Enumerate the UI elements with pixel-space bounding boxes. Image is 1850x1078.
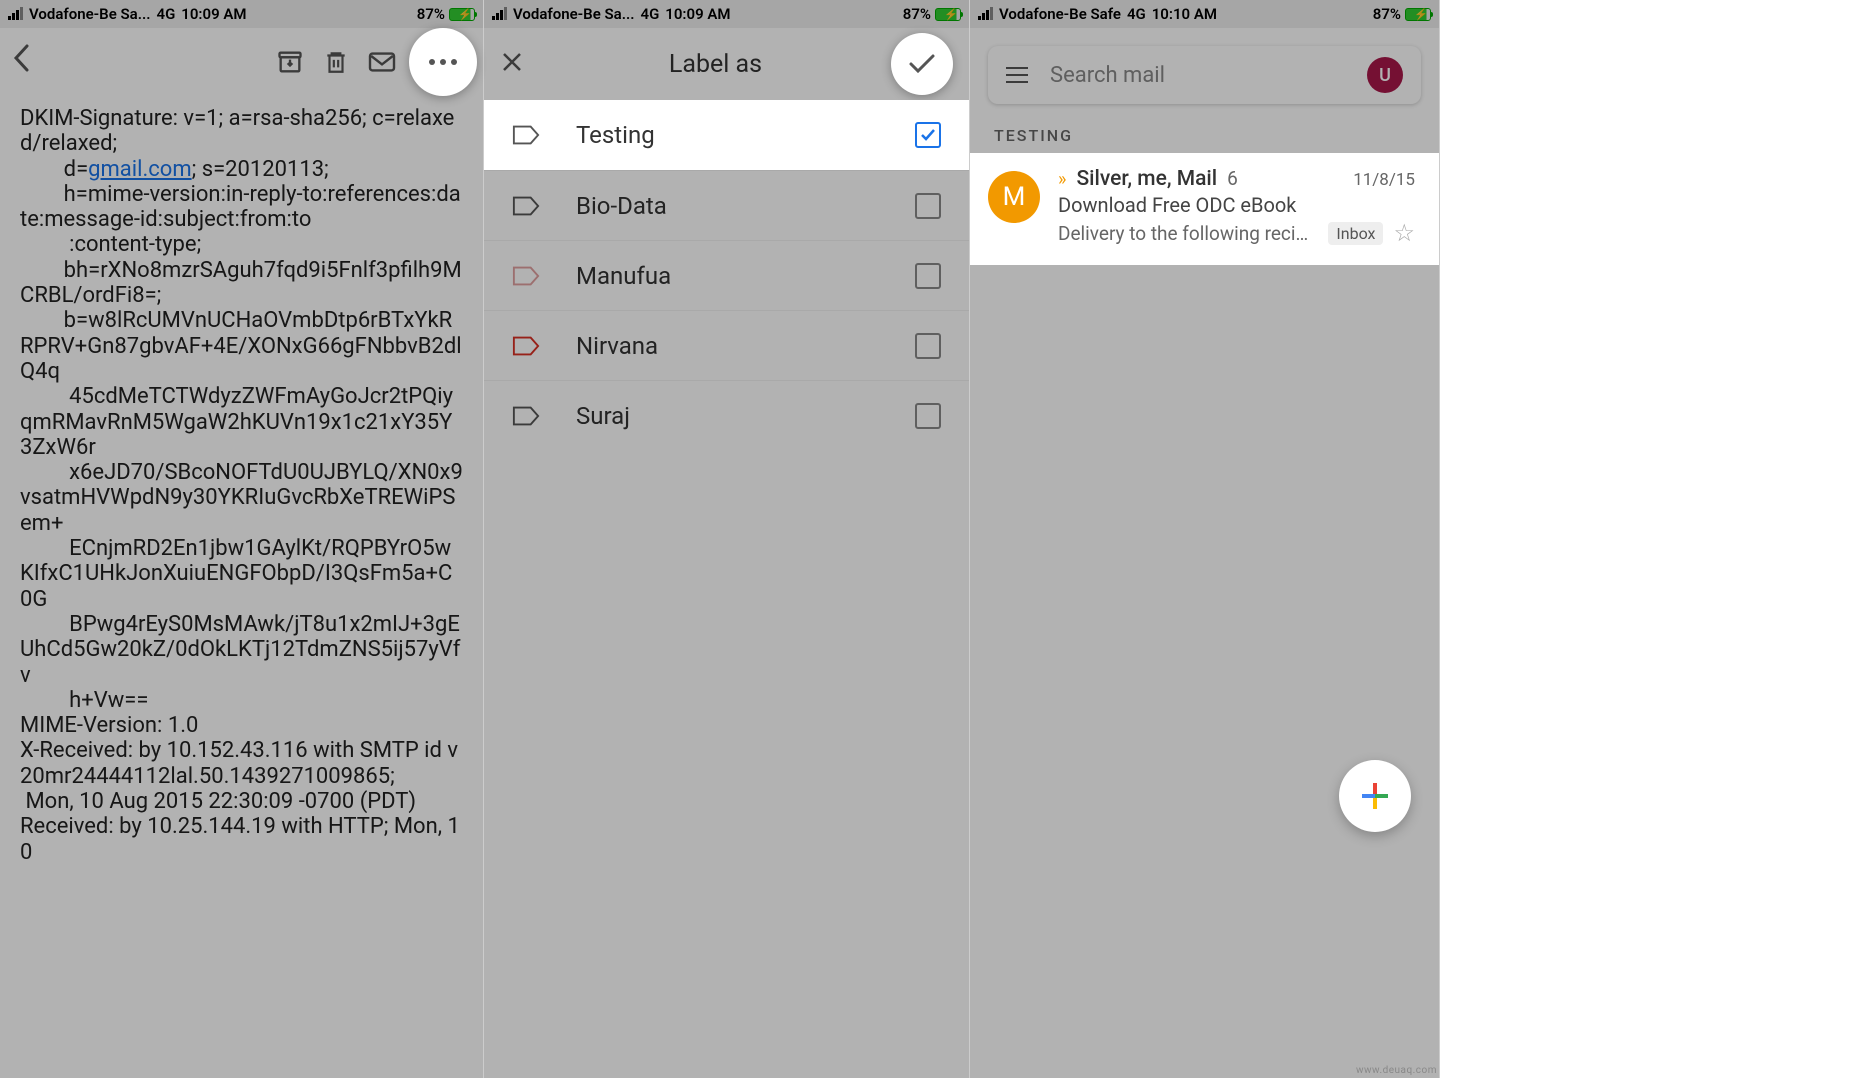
label-header: Label as — [484, 28, 969, 100]
label-checkbox[interactable] — [915, 122, 941, 148]
label-row[interactable]: Nirvana — [484, 310, 969, 380]
archive-button[interactable] — [271, 43, 309, 81]
carrier-name: Vodafone-Be Sa... — [513, 5, 635, 23]
account-avatar[interactable]: U — [1367, 57, 1403, 93]
label-tag-icon — [512, 195, 540, 217]
label-name: Suraj — [576, 402, 879, 430]
battery-icon: ⚡ — [1405, 8, 1431, 21]
label-row[interactable]: Suraj — [484, 380, 969, 450]
carrier-name: Vodafone-Be Sa... — [29, 5, 151, 23]
label-name: Bio-Data — [576, 192, 879, 220]
battery-percent: 87% — [417, 5, 445, 23]
label-tag-icon — [512, 124, 540, 146]
battery-icon: ⚡ — [935, 8, 961, 21]
signal-icon — [492, 8, 507, 20]
network-type: 4G — [157, 5, 176, 23]
mark-unread-button[interactable] — [363, 43, 401, 81]
more-icon — [429, 59, 457, 65]
email-list-item[interactable]: M » Silver, me, Mail 6 11/8/15 Download … — [970, 153, 1439, 265]
signal-icon — [978, 8, 993, 20]
label-list: Testing Bio-Data Manufua Nirvana Suraj — [484, 100, 969, 450]
signal-icon — [8, 8, 23, 20]
network-type: 4G — [641, 5, 660, 23]
email-body-text: DKIM-Signature: v=1; a=rsa-sha256; c=rel… — [0, 96, 483, 1078]
status-time: 10:09 AM — [181, 5, 246, 23]
menu-icon[interactable] — [1006, 67, 1028, 83]
label-name: Nirvana — [576, 332, 879, 360]
close-button[interactable] — [500, 47, 540, 82]
screen-inbox-label: Vodafone-Be Safe 4G 10:10 AM 87% ⚡ Searc… — [970, 0, 1440, 1078]
email-toolbar — [0, 28, 483, 96]
status-bar: Vodafone-Be Sa... 4G 10:09 AM 87% ⚡ — [484, 0, 969, 28]
empty-area — [484, 450, 969, 1078]
label-row[interactable]: Testing — [484, 100, 969, 170]
important-marker-icon: » — [1058, 169, 1066, 190]
status-bar: Vodafone-Be Sa... 4G 10:09 AM 87% ⚡ — [0, 0, 483, 28]
more-options-button[interactable] — [409, 28, 477, 96]
label-checkbox[interactable] — [915, 333, 941, 359]
confirm-button[interactable] — [891, 33, 953, 95]
check-icon — [908, 53, 936, 75]
label-name: Testing — [576, 121, 879, 149]
blank-area — [1440, 0, 1850, 1078]
status-time: 10:10 AM — [1152, 5, 1217, 23]
section-header: TESTING — [970, 116, 1439, 153]
email-date: 11/8/15 — [1353, 170, 1415, 190]
screen-label-as: Vodafone-Be Sa... 4G 10:09 AM 87% ⚡ Labe… — [484, 0, 970, 1078]
watermark: www.deuaq.com — [1356, 1065, 1437, 1076]
email-subject: Download Free ODC eBook — [1058, 193, 1415, 217]
label-dialog-title: Label as — [540, 50, 891, 79]
status-bar: Vodafone-Be Safe 4G 10:10 AM 87% ⚡ — [970, 0, 1439, 28]
label-row[interactable]: Manufua — [484, 240, 969, 310]
thread-count: 6 — [1227, 167, 1238, 190]
sender-names: Silver, me, Mail — [1076, 167, 1217, 191]
search-placeholder: Search mail — [1050, 63, 1345, 88]
screen-email-detail: Vodafone-Be Sa... 4G 10:09 AM 87% ⚡ DKIM… — [0, 0, 484, 1078]
star-button[interactable]: ☆ — [1393, 219, 1415, 247]
label-checkbox[interactable] — [915, 263, 941, 289]
delete-button[interactable] — [317, 43, 355, 81]
compose-button[interactable] — [1339, 760, 1411, 832]
carrier-name: Vodafone-Be Safe — [999, 5, 1121, 23]
label-checkbox[interactable] — [915, 403, 941, 429]
empty-area — [970, 265, 1439, 1078]
battery-icon: ⚡ — [449, 8, 475, 21]
label-tag-icon — [512, 335, 540, 357]
label-tag-icon — [512, 265, 540, 287]
plus-icon — [1362, 783, 1388, 809]
status-time: 10:09 AM — [665, 5, 730, 23]
network-type: 4G — [1127, 5, 1146, 23]
battery-percent: 87% — [903, 5, 931, 23]
email-snippet: Delivery to the following recipie... — [1058, 222, 1318, 245]
search-bar[interactable]: Search mail U — [988, 46, 1421, 104]
label-checkbox[interactable] — [915, 193, 941, 219]
label-tag-icon — [512, 405, 540, 427]
inbox-badge: Inbox — [1328, 222, 1383, 245]
battery-percent: 87% — [1373, 5, 1401, 23]
label-row[interactable]: Bio-Data — [484, 170, 969, 240]
search-area: Search mail U — [970, 28, 1439, 116]
sender-avatar: M — [988, 171, 1040, 223]
label-name: Manufua — [576, 262, 879, 290]
back-button[interactable] — [12, 42, 30, 82]
